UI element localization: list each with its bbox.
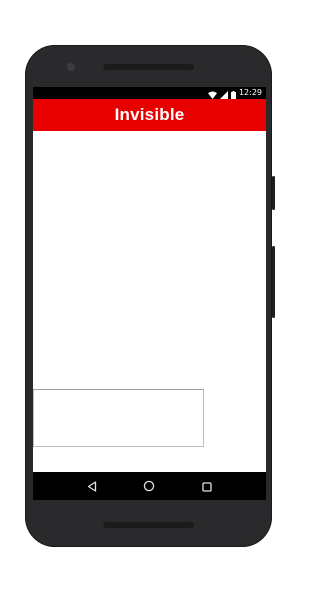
content-area xyxy=(33,131,266,472)
power-button xyxy=(272,176,275,210)
home-button[interactable] xyxy=(142,479,156,493)
app-title: Invisible xyxy=(114,105,185,124)
top-speaker xyxy=(103,64,194,70)
status-time: 12:29 xyxy=(238,88,262,97)
back-button[interactable] xyxy=(85,479,99,493)
app-bar: Invisible xyxy=(33,99,266,131)
status-icons: 12:29 xyxy=(207,88,262,99)
text-input-box[interactable] xyxy=(33,389,204,447)
home-icon xyxy=(143,477,155,496)
back-icon xyxy=(87,477,97,496)
navigation-bar xyxy=(33,472,266,500)
status-bar: 12:29 xyxy=(33,87,266,99)
recents-icon xyxy=(202,477,212,496)
recents-button[interactable] xyxy=(200,479,214,493)
device-screen: 12:29 Invisible xyxy=(33,87,266,500)
bottom-speaker xyxy=(103,522,194,528)
front-camera xyxy=(67,63,75,71)
volume-button xyxy=(272,246,275,318)
